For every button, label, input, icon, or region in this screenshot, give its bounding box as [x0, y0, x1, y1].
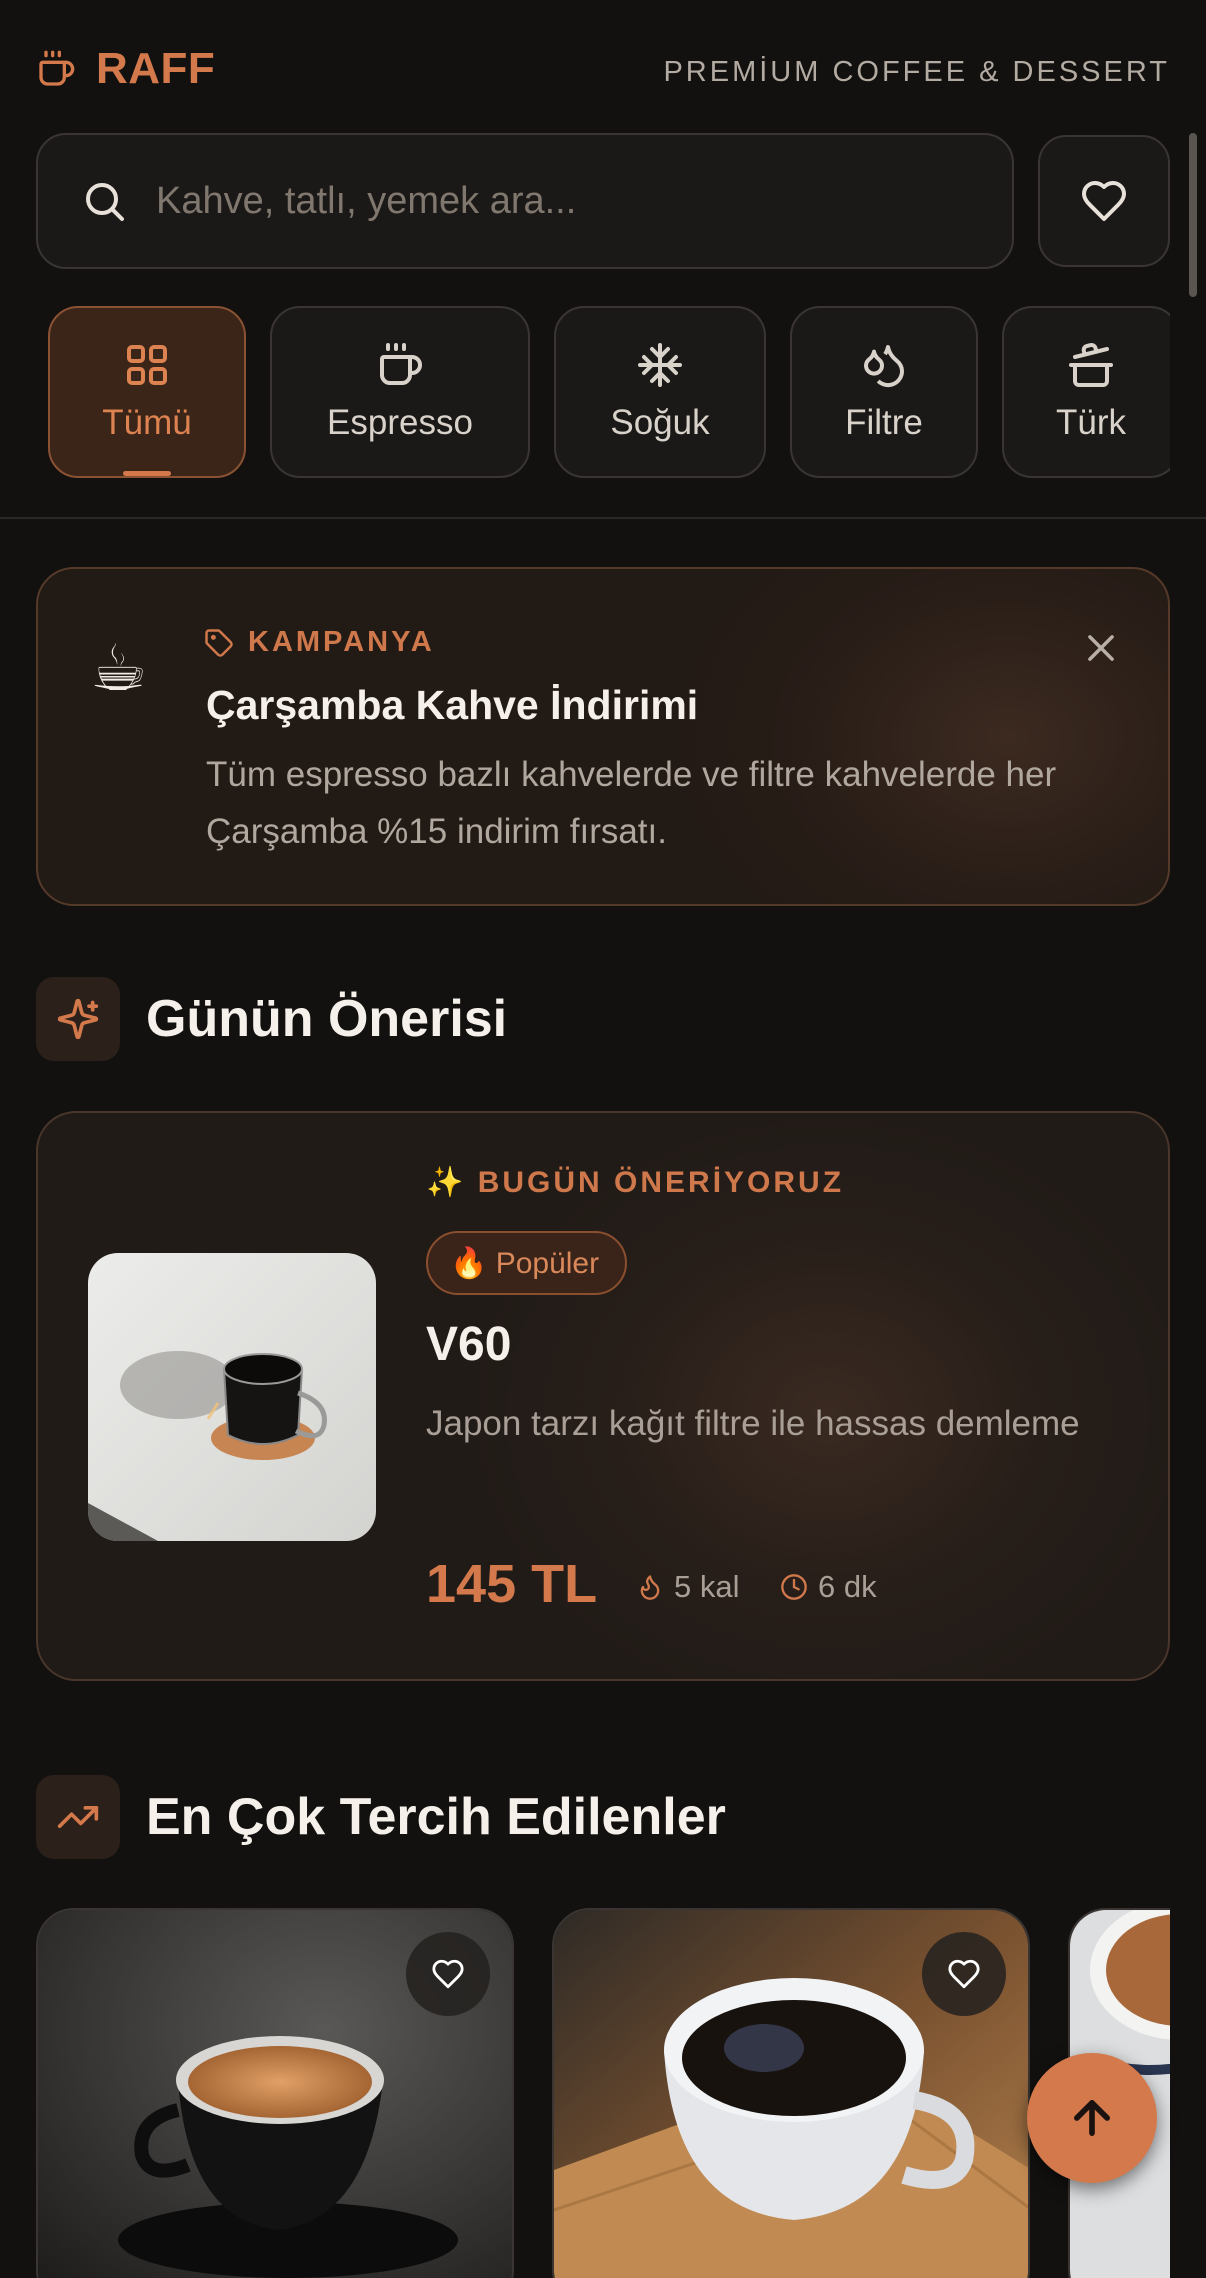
category-label: Soğuk	[610, 403, 710, 442]
trending-up-icon	[57, 1806, 99, 1828]
section-title: Günün Önerisi	[146, 990, 508, 1048]
category-tab-all[interactable]: Tümü	[48, 306, 246, 478]
tag-icon	[205, 628, 233, 657]
brand-name: RAFF	[96, 44, 216, 93]
category-tab-filter[interactable]: Filtre	[790, 306, 978, 478]
category-label: Filtre	[845, 403, 923, 442]
heart-icon	[432, 1959, 464, 1989]
calories-info: 5 kal	[636, 1569, 739, 1605]
popular-carousel	[36, 1908, 1170, 2278]
section-heading-popular: En Çok Tercih Edilenler	[36, 1775, 726, 1859]
category-label: Tümü	[102, 403, 192, 442]
header: RAFF PREMİUM COFFEE & DESSERT	[0, 0, 1206, 130]
calories-value: 5 kal	[674, 1569, 740, 1604]
app-page: RAFF PREMİUM COFFEE & DESSERT Tümü Espre…	[0, 0, 1206, 2278]
recommendation-eyebrow: ✨ BUGÜN ÖNERİYORUZ	[426, 1166, 845, 1199]
clock-icon	[781, 1574, 807, 1600]
favorite-button[interactable]	[406, 1932, 490, 2016]
campaign-tag: KAMPANYA	[204, 626, 435, 659]
campaign-title: Çarşamba Kahve İndirimi	[206, 682, 699, 728]
category-label: Türk	[1056, 403, 1126, 442]
section-title: En Çok Tercih Edilenler	[146, 1788, 726, 1846]
product-card[interactable]	[36, 1908, 514, 2278]
favorites-button[interactable]	[1038, 135, 1170, 267]
product-card[interactable]	[552, 1908, 1030, 2278]
category-tab-turkish[interactable]: Türk	[1002, 306, 1170, 478]
coffee-cup-icon	[380, 343, 422, 385]
search-icon	[86, 183, 124, 221]
campaign-tag-label: KAMPANYA	[248, 626, 435, 658]
favorite-button[interactable]	[922, 1932, 1006, 2016]
campaign-description: Tüm espresso bazlı kahvelerde ve filtre …	[206, 755, 1057, 851]
recommendation-card[interactable]: ✨ BUGÜN ÖNERİYORUZ 🔥 Popüler V60 Japon t…	[36, 1111, 1170, 1681]
arrow-up-icon	[1074, 2100, 1110, 2136]
time-info: 6 dk	[780, 1569, 877, 1605]
section-heading-recommendation: Günün Önerisi	[36, 977, 507, 1061]
search-input[interactable]	[156, 179, 956, 223]
scrollbar[interactable]	[1189, 133, 1197, 297]
sparkles-icon	[57, 998, 99, 1040]
trending-icon-wrap	[36, 1775, 120, 1859]
brand-tagline: PREMİUM COFFEE & DESSERT	[663, 56, 1170, 88]
heart-icon	[1082, 181, 1126, 221]
cezve-icon	[1069, 343, 1113, 387]
product-image	[88, 1253, 376, 1541]
product-description: Japon tarzı kağıt filtre ile hassas deml…	[426, 1404, 1080, 1443]
divider	[0, 517, 1206, 519]
grid-icon	[127, 345, 167, 385]
category-tab-espresso[interactable]: Espresso	[270, 306, 530, 478]
category-tabs: Tümü Espresso Soğuk Filtre Türk	[0, 300, 1170, 490]
close-icon[interactable]	[1082, 629, 1120, 667]
category-label: Espresso	[327, 403, 473, 442]
campaign-banner[interactable]: ☕ KAMPANYA Çarşamba Kahve İndirimi Tüm e…	[36, 567, 1170, 906]
coffee-emoji: ☕	[90, 632, 148, 704]
snowflake-icon	[638, 343, 682, 387]
popular-badge: 🔥 Popüler	[426, 1231, 628, 1295]
product-name: V60	[426, 1318, 512, 1371]
search-bar[interactable]	[36, 133, 1014, 269]
heart-icon	[948, 1959, 980, 1989]
sparkles-icon-wrap	[36, 977, 120, 1061]
droplets-icon	[864, 345, 905, 388]
product-price: 145 TL	[426, 1554, 598, 1614]
scroll-to-top-button[interactable]	[1027, 2053, 1157, 2183]
active-indicator	[123, 471, 171, 476]
brand[interactable]: RAFF	[36, 44, 215, 94]
category-tab-cold[interactable]: Soğuk	[554, 306, 766, 478]
time-value: 6 dk	[818, 1569, 877, 1604]
flame-icon	[640, 1575, 660, 1600]
coffee-cup-icon	[39, 50, 75, 86]
